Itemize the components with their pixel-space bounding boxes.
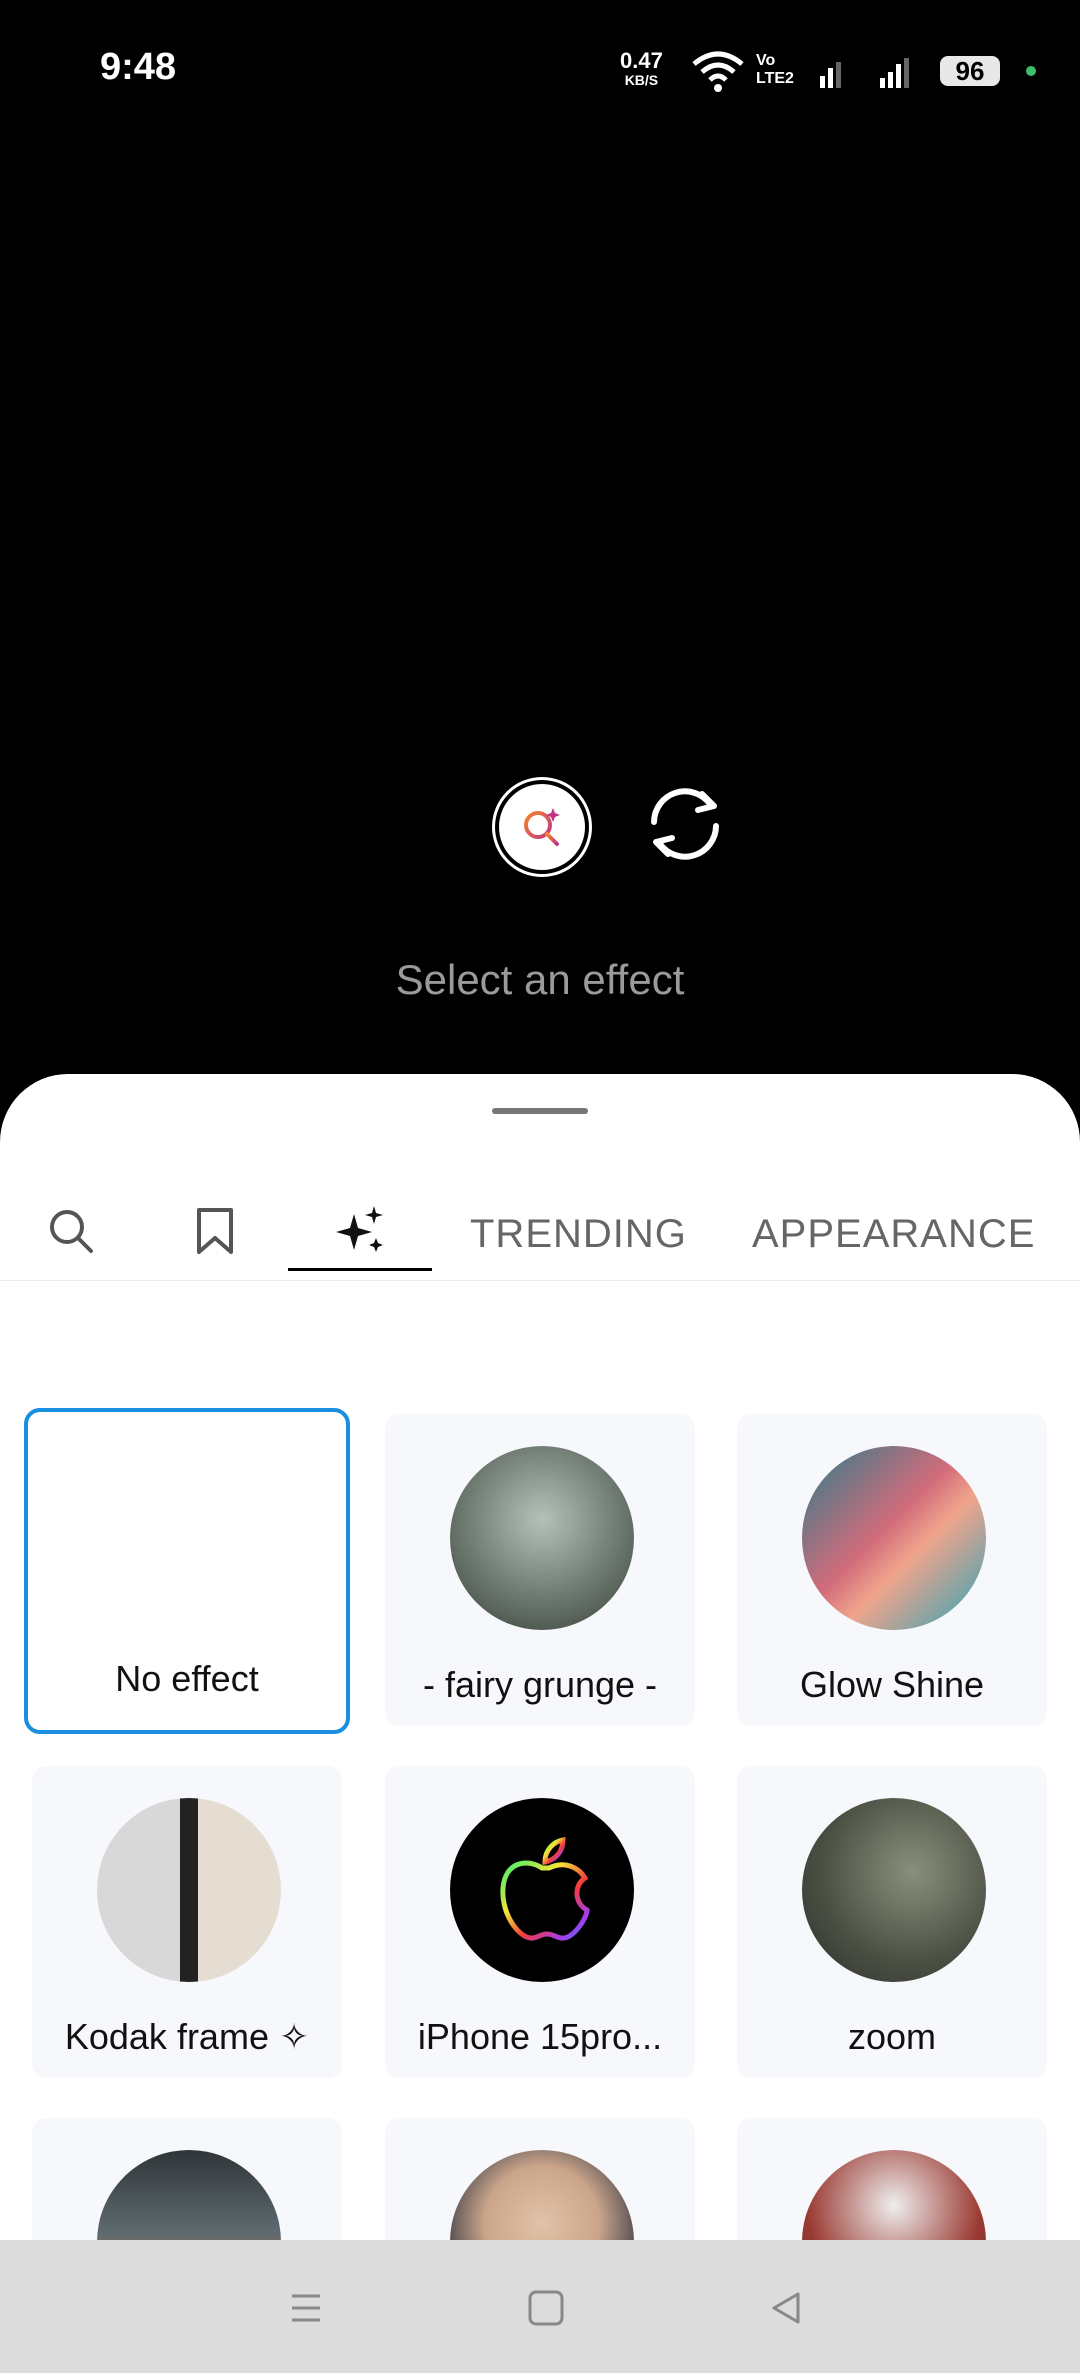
- select-effect-text: Select an effect: [395, 956, 685, 1003]
- battery-indicator: 96: [940, 56, 1000, 86]
- effect-thumbnail: [802, 1798, 986, 1982]
- tab-featured[interactable]: [332, 1204, 386, 1258]
- effect-label: No effect: [115, 1658, 259, 1699]
- recent-apps-button[interactable]: [278, 2280, 334, 2336]
- menu-icon: [292, 2294, 320, 2322]
- effect-thumbnail: [450, 1798, 634, 1982]
- sheet-drag-handle[interactable]: [492, 1108, 588, 1114]
- effects-grid: No effect - fairy grunge - Glow Shine Ko…: [0, 1284, 1080, 2314]
- system-nav-bar: [0, 2240, 1080, 2373]
- effect-label: Kodak frame ✧: [64, 2016, 310, 2057]
- effect-thumbnail: [802, 1446, 986, 1630]
- effects-sheet: TRENDING APPEARANCE No effect - fairy gr…: [0, 1074, 1080, 2374]
- back-triangle-icon: [772, 2292, 800, 2324]
- effect-search-icon: [524, 808, 560, 846]
- network-speed-unit: KB/S: [624, 72, 659, 88]
- effect-card[interactable]: - fairy grunge -: [385, 1414, 695, 1726]
- network-speed: 0.47 KB/S: [620, 48, 663, 89]
- apple-logo-icon: [500, 1836, 590, 1941]
- effect-search-button[interactable]: [495, 780, 589, 874]
- effect-card[interactable]: iPhone 15pro...: [385, 1766, 695, 2078]
- volte-indicator: Vo LTE2: [756, 52, 794, 87]
- wifi-icon: [692, 51, 744, 92]
- network-speed-value: 0.47: [620, 48, 663, 73]
- flip-camera-button[interactable]: [640, 778, 730, 868]
- effect-card[interactable]: Glow Shine: [737, 1414, 1047, 1726]
- effect-label: iPhone 15pro...: [417, 2016, 663, 2057]
- effect-card-no-effect[interactable]: No effect: [24, 1408, 350, 1734]
- effect-thumbnail: [450, 1446, 634, 1630]
- notification-dot: [1026, 66, 1036, 76]
- tab-search[interactable]: [44, 1204, 98, 1258]
- tab-appearance[interactable]: APPEARANCE: [752, 1212, 1035, 1257]
- search-icon: [50, 1210, 93, 1253]
- tab-trending[interactable]: TRENDING: [470, 1212, 687, 1257]
- bookmark-icon: [197, 1208, 233, 1254]
- home-square-icon: [528, 2290, 564, 2326]
- effect-label: - fairy grunge -: [422, 1664, 658, 1705]
- effect-label: zoom: [847, 2016, 937, 2057]
- effect-label: Glow Shine: [799, 1664, 985, 1705]
- effects-tabs: TRENDING APPEARANCE: [0, 1184, 1080, 1281]
- effect-thumbnail: [97, 1798, 281, 1982]
- active-tab-indicator: [288, 1268, 432, 1271]
- effect-card[interactable]: zoom: [737, 1766, 1047, 2078]
- status-bar: 9:48 0.47 KB/S Vo LTE2 96: [0, 0, 1080, 140]
- back-button[interactable]: [758, 2280, 814, 2336]
- status-time: 9:48: [100, 46, 177, 88]
- sparkle-icon: [336, 1206, 383, 1252]
- effect-card[interactable]: Kodak frame ✧: [32, 1766, 342, 2078]
- tab-saved[interactable]: [188, 1204, 242, 1258]
- signal-icon-1: [820, 62, 841, 88]
- signal-icon-2: [880, 58, 909, 88]
- home-button[interactable]: [518, 2280, 574, 2336]
